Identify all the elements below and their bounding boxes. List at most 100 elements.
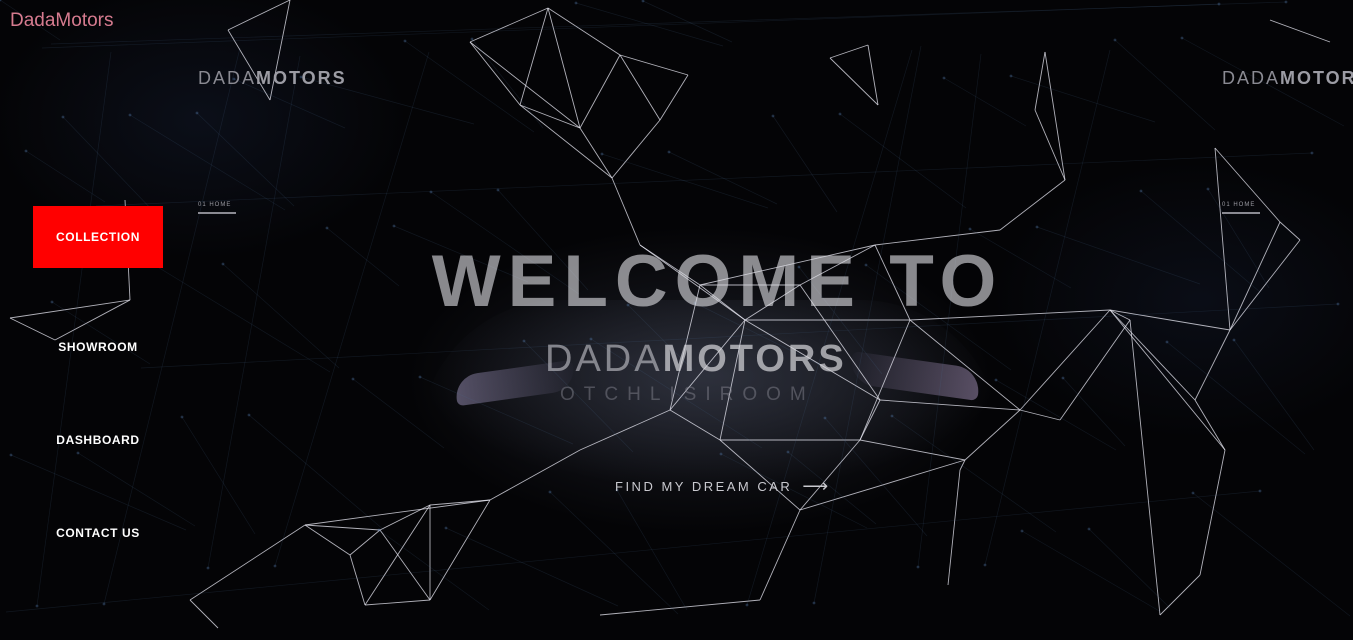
mesh-dot	[24, 149, 28, 153]
mesh-faint-line	[549, 491, 679, 615]
mesh-line	[611, 119, 661, 179]
mesh-faint-line	[5, 490, 1261, 613]
mesh-dot	[890, 414, 894, 418]
mesh-dot	[1113, 38, 1117, 42]
mesh-dot	[9, 453, 13, 457]
nav-collection[interactable]: COLLECTION	[33, 206, 163, 268]
mesh-faint-line	[129, 114, 286, 211]
breadcrumb[interactable]: 01 HOME	[198, 202, 236, 214]
mesh-line	[469, 41, 581, 129]
mesh-dot	[470, 37, 474, 41]
mesh-dot	[1139, 189, 1143, 193]
mesh-faint-line	[471, 38, 544, 129]
mesh-faint-line	[248, 414, 385, 531]
hero-brand-bold: MOTORS	[662, 338, 847, 380]
mesh-line	[1019, 309, 1111, 411]
mesh-dot	[719, 452, 723, 456]
mesh-line	[719, 439, 801, 511]
mesh-line	[999, 179, 1066, 231]
nav-dashboard[interactable]: DASHBOARD	[33, 409, 163, 471]
mesh-dot	[548, 490, 552, 494]
mesh-line	[379, 529, 431, 601]
mesh-dot	[994, 378, 998, 382]
mesh-dot	[1336, 302, 1340, 306]
find-dream-car-button[interactable]: FIND MY DREAM CAR ⟶	[615, 476, 831, 497]
mesh-dot	[812, 601, 816, 605]
hero-headline: WELCOME TO	[431, 241, 1004, 322]
mesh-faint-line	[95, 152, 1313, 207]
mesh-line	[519, 7, 549, 106]
mesh-faint-line	[891, 415, 1057, 533]
nav-contact-us[interactable]: CONTACT US	[33, 502, 163, 564]
mesh-line	[1109, 309, 1196, 401]
mesh-dot	[574, 1, 578, 5]
mesh-dot	[1087, 527, 1091, 531]
mesh-dot	[968, 227, 972, 231]
breadcrumb-duplicate[interactable]: 01 HOME	[1222, 202, 1260, 214]
mesh-line	[829, 57, 879, 106]
nav-showroom[interactable]: SHOWROOM	[33, 316, 163, 378]
mesh-dot	[916, 565, 920, 569]
mesh-line	[1269, 19, 1331, 43]
mesh-faint-line	[1036, 226, 1201, 285]
hero-brand: DADAMOTORS	[545, 338, 847, 381]
mesh-line	[1194, 399, 1226, 451]
mesh-line	[669, 409, 721, 441]
mesh-faint-line	[378, 529, 490, 611]
mesh-line	[579, 54, 621, 129]
mesh-dot	[667, 150, 671, 154]
mesh-dot	[1232, 338, 1236, 342]
mesh-faint-line	[839, 113, 967, 209]
mesh-line	[859, 439, 966, 461]
mesh-dot	[496, 188, 500, 192]
mesh-line	[879, 399, 1021, 411]
mesh-dot	[522, 339, 526, 343]
hero-tagline: OTCHLISIROOM	[560, 384, 815, 405]
mesh-line	[1034, 51, 1046, 111]
mesh-dot	[50, 300, 54, 304]
mesh-faint-line	[1021, 530, 1162, 613]
mesh-line	[1199, 449, 1226, 576]
mesh-dot	[61, 115, 65, 119]
hero-stage: DadaMotors DADAMOTORS DADAMOTORS 01 HOME…	[0, 0, 1353, 640]
mesh-line	[1034, 109, 1066, 181]
mesh-line	[1044, 51, 1066, 181]
mesh-line	[829, 44, 869, 59]
mesh-dot	[418, 375, 422, 379]
mesh-dot	[823, 416, 827, 420]
mesh-line	[429, 499, 491, 601]
brand-logo-bold: MOTORS	[256, 68, 347, 88]
mesh-dot	[786, 450, 790, 454]
mesh-faint-line	[404, 40, 535, 133]
mesh-dot	[1310, 151, 1314, 155]
mesh-line	[304, 524, 381, 531]
mesh-faint-line	[181, 416, 256, 535]
mesh-dot	[247, 413, 251, 417]
mesh-dot	[983, 563, 987, 567]
mesh-line	[659, 74, 689, 121]
mesh-faint-line	[1088, 528, 1171, 609]
mesh-faint-line	[62, 116, 157, 215]
mesh-line	[1019, 409, 1061, 421]
mesh-faint-line	[326, 227, 400, 287]
mesh-dot	[102, 602, 106, 606]
mesh-line	[947, 469, 961, 586]
mesh-dot	[351, 377, 355, 381]
mesh-dot	[444, 526, 448, 530]
mesh-faint-line	[943, 77, 1027, 127]
mesh-faint-line	[668, 151, 778, 205]
mesh-line	[304, 524, 351, 556]
mesh-line	[469, 7, 549, 43]
mesh-faint-line	[41, 3, 1220, 49]
mesh-line	[1159, 574, 1201, 616]
mesh-line	[489, 449, 581, 501]
mesh-faint-line	[1166, 341, 1306, 455]
mesh-dot	[1191, 491, 1195, 495]
brand-logo-duplicate[interactable]: DADAMOTORS	[1222, 68, 1353, 89]
brand-logo[interactable]: DADAMOTORS	[198, 68, 347, 89]
mesh-dot	[1035, 225, 1039, 229]
mesh-dot	[942, 76, 946, 80]
mesh-dot	[128, 113, 132, 117]
mesh-dot	[206, 566, 210, 570]
arrow-right-icon: ⟶	[802, 476, 831, 496]
